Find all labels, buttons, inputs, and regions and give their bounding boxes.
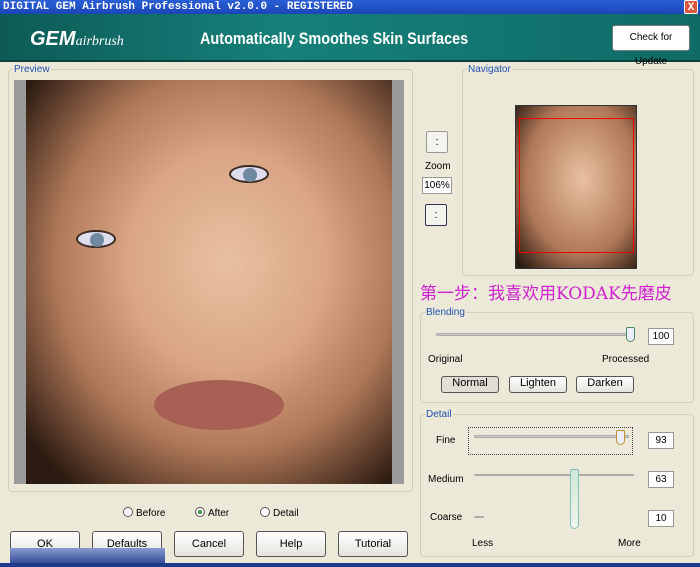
logo: GEMairbrush (30, 28, 124, 50)
zoom-value[interactable]: 106% (422, 177, 452, 194)
zoom-out-button[interactable]: : (425, 204, 447, 226)
blend-darken-button[interactable]: Darken (576, 376, 634, 393)
fine-value[interactable]: 93 (648, 432, 674, 449)
medium-slider[interactable] (474, 474, 634, 476)
preview-legend: Preview (14, 64, 50, 75)
more-label: More (618, 538, 641, 549)
window-bottom-border (0, 563, 700, 567)
fine-label: Fine (436, 435, 456, 446)
tutorial-button[interactable]: Tutorial (338, 531, 408, 557)
coarse-value[interactable]: 10 (648, 510, 674, 527)
title-bar: DIGITAL GEM Airbrush Professional v2.0.0… (0, 0, 700, 14)
check-for-update-button[interactable]: Check for Update (612, 25, 690, 67)
blending-max-label: Processed (602, 354, 650, 365)
preview-image[interactable] (14, 80, 404, 484)
detail-legend: Detail (426, 409, 452, 420)
fine-slider-thumb[interactable] (616, 430, 625, 445)
blending-slider-thumb[interactable] (626, 327, 635, 342)
blend-normal-button[interactable]: Normal (441, 376, 499, 393)
blend-lighten-button[interactable]: Lighten (509, 376, 567, 393)
eye (76, 230, 116, 248)
navigator-thumbnail[interactable] (515, 105, 637, 269)
blending-min-label: Original (428, 354, 463, 365)
view-detail-radio[interactable]: Detail (260, 507, 299, 519)
blending-value[interactable]: 100 (648, 328, 674, 345)
blending-slider[interactable] (436, 333, 634, 336)
blending-legend: Blending (426, 307, 465, 318)
fine-slider-focus (468, 427, 633, 455)
view-before-radio[interactable]: Before (123, 507, 165, 519)
cancel-button[interactable]: Cancel (174, 531, 244, 557)
help-button[interactable]: Help (256, 531, 326, 557)
navigator-legend: Navigator (468, 64, 511, 75)
medium-value[interactable]: 63 (648, 471, 674, 488)
view-after-radio[interactable]: After (195, 507, 229, 519)
zoom-in-button[interactable]: : (426, 131, 448, 153)
navigator-view-rect[interactable] (519, 118, 634, 253)
lips (154, 380, 284, 430)
medium-slider-thumb[interactable] (570, 469, 579, 529)
coarse-label: Coarse (430, 512, 463, 523)
tagline: Automatically Smoothes Skin Surfaces (200, 29, 469, 48)
close-button[interactable]: X (684, 0, 698, 14)
fine-slider[interactable] (474, 435, 629, 438)
overlay-caption: 第一步：我喜欢用KODAK先磨皮 (420, 284, 672, 304)
zoom-label: Zoom (425, 161, 451, 172)
less-label: Less (472, 538, 494, 549)
window-title: DIGITAL GEM Airbrush Professional v2.0.0… (3, 1, 353, 13)
eye (229, 165, 269, 183)
coarse-slider[interactable] (474, 516, 484, 518)
medium-label: Medium (428, 474, 464, 485)
banner: GEMairbrush Automatically Smoothes Skin … (0, 14, 700, 67)
